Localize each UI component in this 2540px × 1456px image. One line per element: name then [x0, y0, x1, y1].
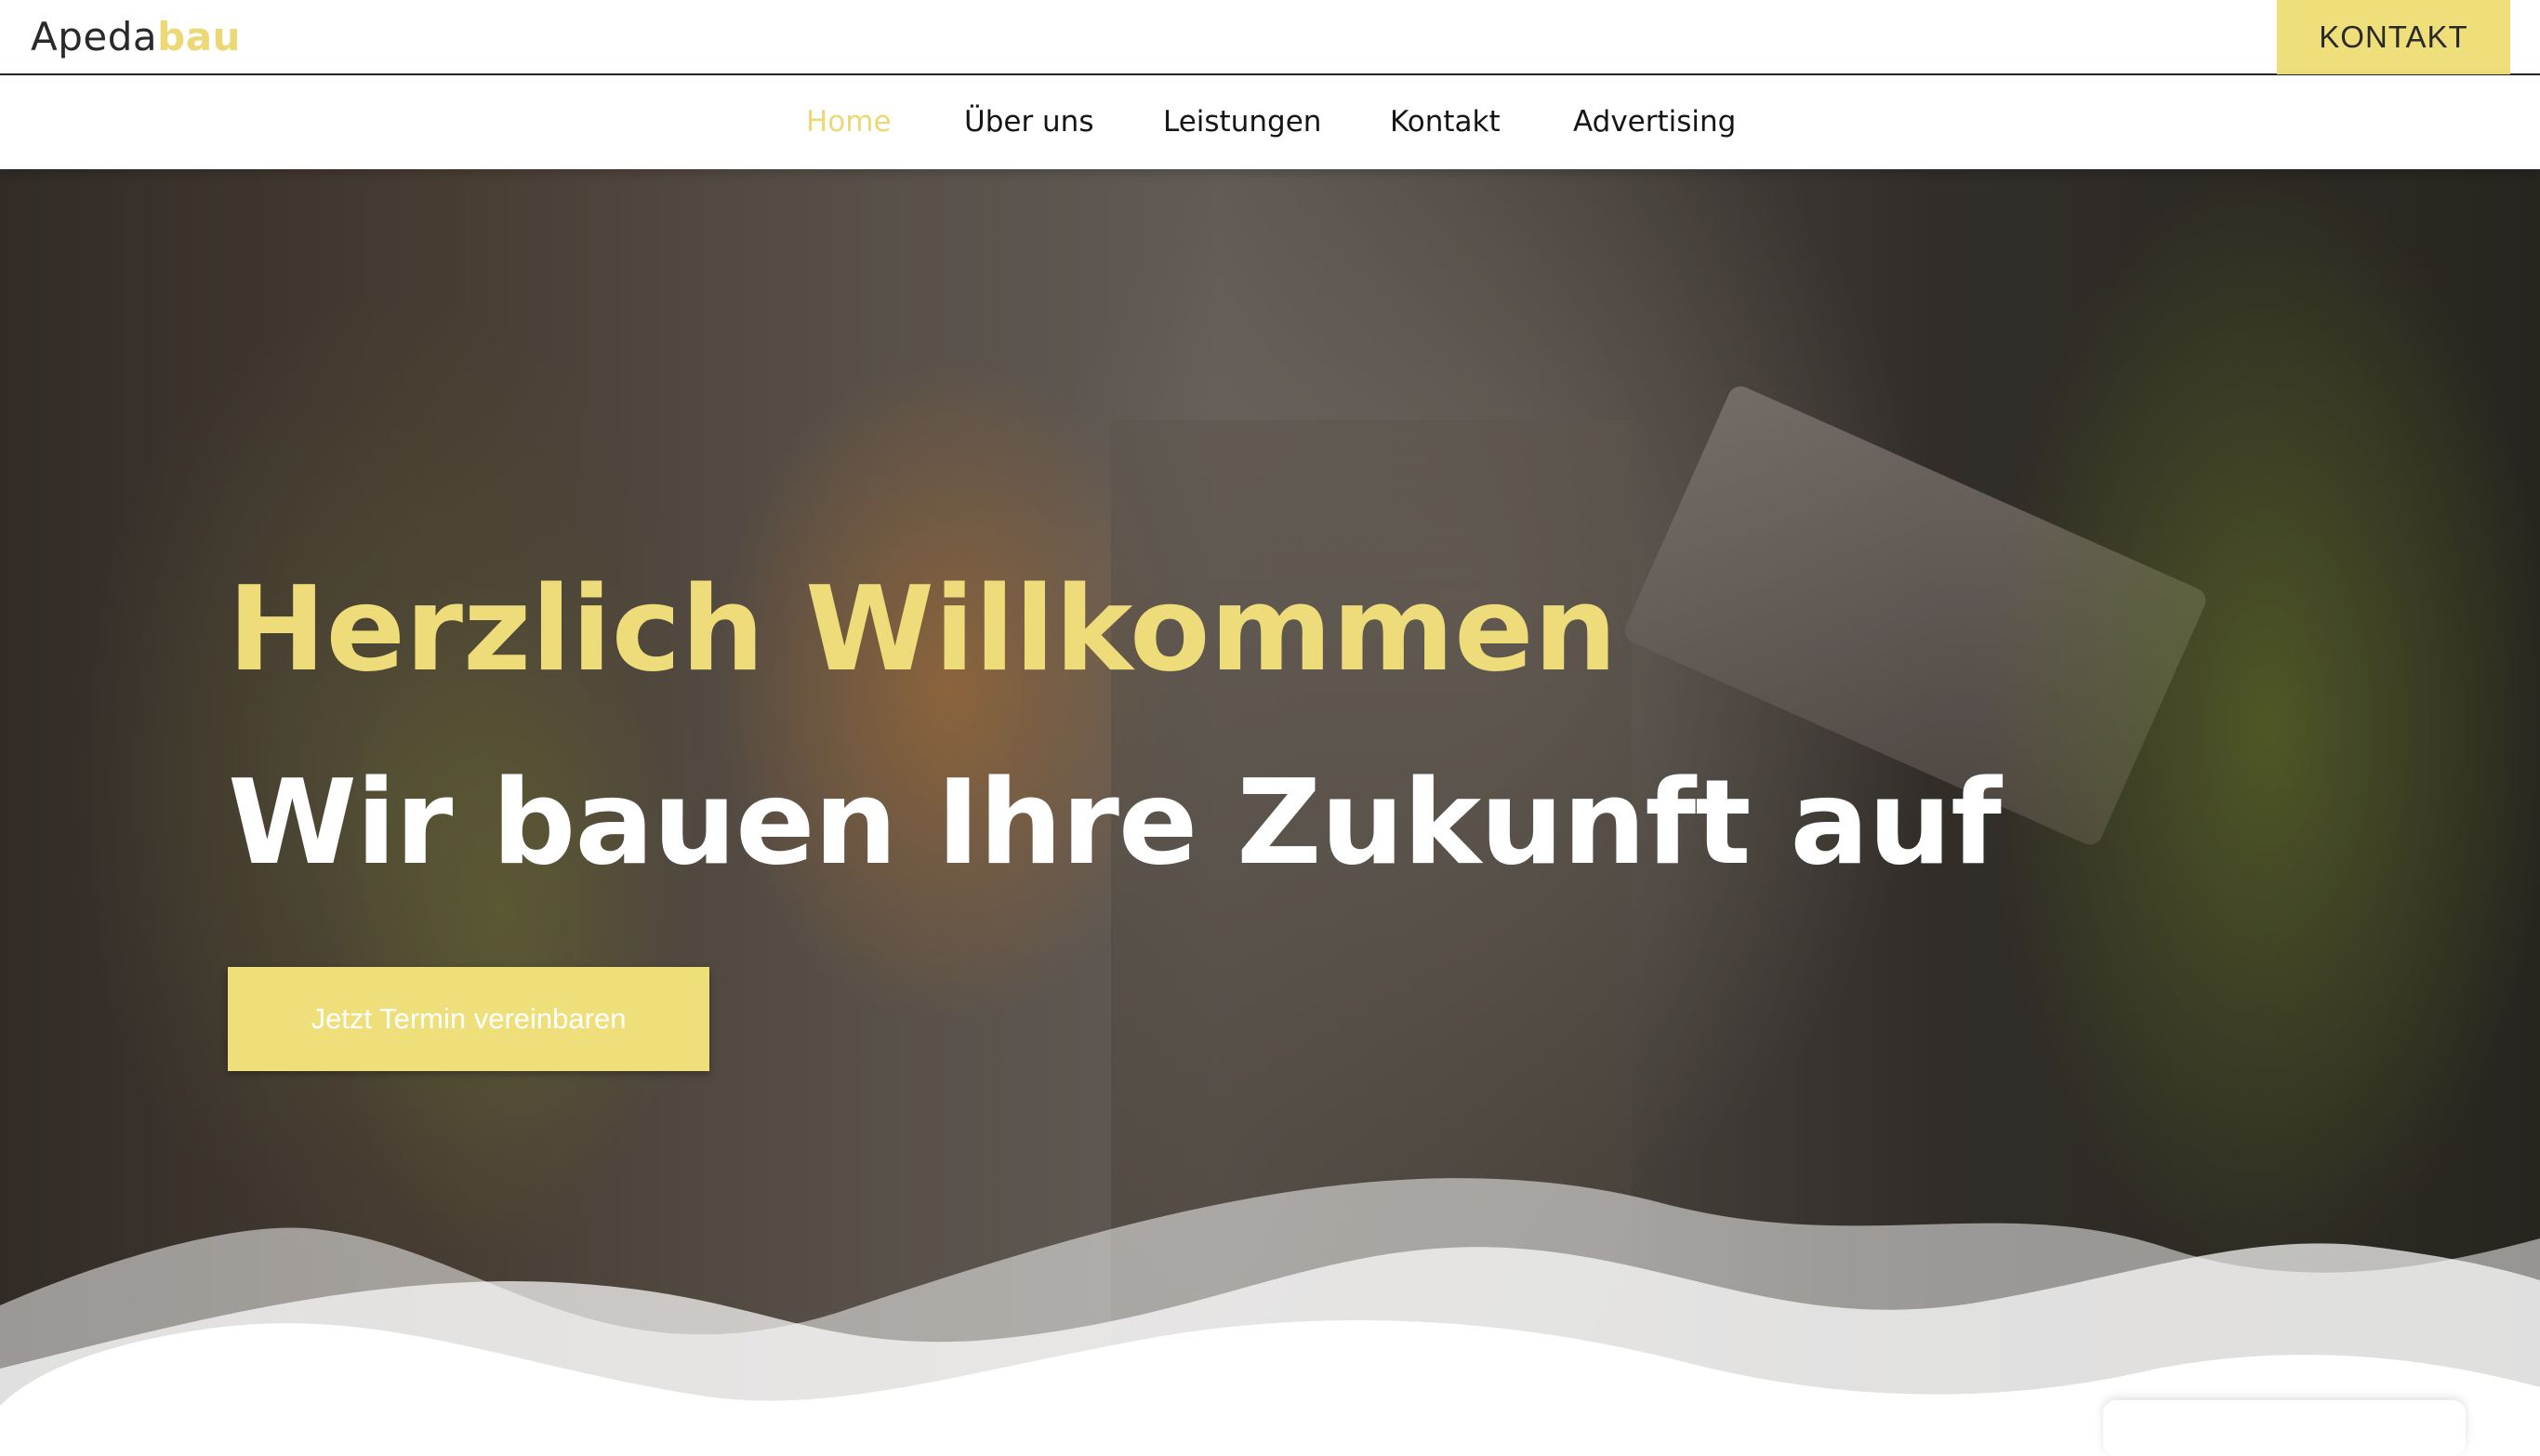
- logo[interactable]: Apedabau: [31, 11, 241, 63]
- hero-wave-divider: [0, 1178, 2540, 1428]
- main-navigation: Home Über uns Leistungen Kontakt Adverti…: [0, 75, 2540, 169]
- logo-text-accent: bau: [157, 14, 241, 60]
- nav-item-advertising[interactable]: Advertising: [1573, 103, 1736, 140]
- nav-item-kontakt[interactable]: Kontakt: [1390, 103, 1501, 140]
- nav-item-ueber-uns[interactable]: Über uns: [964, 103, 1094, 140]
- nav-item-home[interactable]: Home: [806, 103, 892, 140]
- contact-button[interactable]: KONTAKT: [2277, 0, 2510, 74]
- hero-section: Herzlich Willkommen Wir bauen Ihre Zukun…: [0, 169, 2540, 1428]
- floating-card: [2103, 1400, 2466, 1456]
- nav-item-leistungen[interactable]: Leistungen: [1163, 103, 1321, 140]
- top-header: Apedabau KONTAKT: [0, 0, 2540, 75]
- logo-text-main: Apeda: [31, 14, 158, 60]
